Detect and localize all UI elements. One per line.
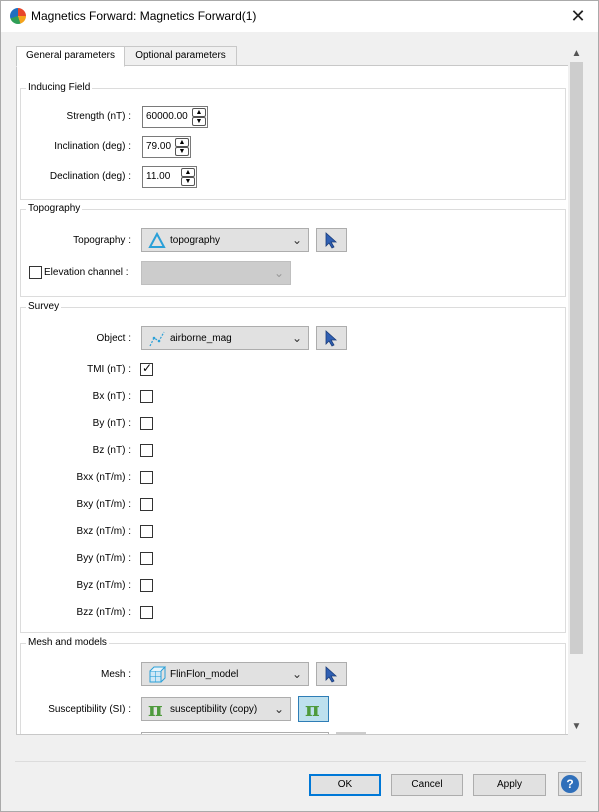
component-label-bxx: Bxx (nT/m) : bbox=[76, 472, 131, 483]
scroll-thumb[interactable] bbox=[570, 62, 583, 654]
scroll-up-icon[interactable]: ▲ bbox=[568, 46, 585, 62]
mesh-dropdown[interactable]: FlinFlon_model ⌄ bbox=[141, 662, 309, 686]
component-checkbox-bxz[interactable] bbox=[140, 525, 153, 538]
component-label-bz: Bz (nT) : bbox=[92, 445, 131, 456]
cancel-button[interactable]: Cancel bbox=[391, 774, 463, 796]
component-checkbox-byy[interactable] bbox=[140, 552, 153, 565]
scroll-down-icon[interactable]: ▼ bbox=[568, 719, 585, 735]
chevron-down-icon: ⌄ bbox=[291, 331, 302, 345]
strength-label: Strength (nT) : bbox=[66, 111, 131, 122]
help-icon: ? bbox=[561, 775, 579, 793]
topography-value: topography bbox=[170, 235, 221, 246]
cursor-arrow-icon bbox=[325, 330, 338, 347]
component-checkbox-bxy[interactable] bbox=[140, 498, 153, 511]
component-label-by: By (nT) : bbox=[92, 418, 131, 429]
mesh-title: Mesh and models bbox=[26, 637, 109, 648]
triangle-surface-icon bbox=[148, 232, 166, 248]
object-dropdown[interactable]: airborne_mag ⌄ bbox=[141, 326, 309, 350]
component-checkbox-by[interactable] bbox=[140, 417, 153, 430]
spin-down-icon[interactable]: ▼ bbox=[181, 177, 195, 186]
inclination-label: Inclination (deg) : bbox=[54, 141, 131, 152]
topography-select-button[interactable] bbox=[316, 228, 347, 252]
title-bar: Magnetics Forward: Magnetics Forward(1) … bbox=[1, 1, 598, 32]
block-model-icon bbox=[149, 666, 166, 683]
object-select-button[interactable] bbox=[316, 326, 347, 350]
elevation-channel-checkbox[interactable] bbox=[29, 266, 42, 279]
cursor-arrow-icon bbox=[325, 232, 338, 249]
susceptibility-value: susceptibility (copy) bbox=[170, 704, 258, 715]
susceptibility-constant-button[interactable]: π bbox=[298, 696, 329, 722]
component-checkbox-byz[interactable] bbox=[140, 579, 153, 592]
next-field-dropdown[interactable] bbox=[141, 732, 329, 734]
help-button[interactable]: ? bbox=[558, 772, 582, 796]
component-label-bxy: Bxy (nT/m) : bbox=[76, 499, 131, 510]
object-label: Object : bbox=[96, 333, 131, 344]
tab-general-parameters[interactable]: General parameters bbox=[16, 46, 125, 67]
inducing-field-title: Inducing Field bbox=[26, 82, 93, 93]
chevron-down-icon: ⌄ bbox=[273, 702, 284, 716]
inclination-spinbox[interactable]: 79.00 ▲ ▼ bbox=[142, 136, 191, 158]
spin-up-icon[interactable]: ▲ bbox=[181, 168, 195, 177]
mesh-select-button[interactable] bbox=[316, 662, 347, 686]
topography-dropdown[interactable]: topography ⌄ bbox=[141, 228, 309, 252]
declination-value: 11.00 bbox=[146, 171, 171, 182]
close-icon[interactable]: ✕ bbox=[568, 5, 588, 27]
declination-spinbox[interactable]: 11.00 ▲ ▼ bbox=[142, 166, 197, 188]
spin-down-icon[interactable]: ▼ bbox=[192, 117, 206, 126]
next-field-button[interactable] bbox=[336, 732, 366, 734]
vertical-scrollbar[interactable]: ▲ ▼ bbox=[568, 46, 585, 735]
susceptibility-label: Susceptibility (SI) : bbox=[48, 704, 131, 715]
tab-optional-parameters[interactable]: Optional parameters bbox=[124, 46, 237, 66]
spin-up-icon[interactable]: ▲ bbox=[192, 108, 206, 117]
object-value: airborne_mag bbox=[170, 333, 232, 344]
topography-group bbox=[20, 209, 566, 297]
component-label-bx: Bx (nT) : bbox=[92, 391, 131, 402]
topography-label: Topography : bbox=[73, 235, 131, 246]
component-label-bzz: Bzz (nT/m) : bbox=[76, 607, 131, 618]
mesh-group bbox=[20, 643, 566, 734]
chevron-down-icon: ⌄ bbox=[291, 233, 302, 247]
mesh-value: FlinFlon_model bbox=[170, 669, 239, 680]
chevron-down-icon: ⌄ bbox=[273, 266, 284, 280]
topography-title: Topography bbox=[26, 203, 83, 214]
component-checkbox-bz[interactable] bbox=[140, 444, 153, 457]
component-checkbox-bzz[interactable] bbox=[140, 606, 153, 619]
susceptibility-dropdown[interactable]: π susceptibility (copy) ⌄ bbox=[141, 697, 291, 721]
elevation-channel-dropdown[interactable]: ⌄ bbox=[141, 261, 291, 285]
apply-button[interactable]: Apply bbox=[473, 774, 546, 796]
pi-icon: π bbox=[305, 697, 320, 721]
ok-button[interactable]: OK bbox=[309, 774, 381, 796]
survey-title: Survey bbox=[26, 301, 62, 312]
window-title: Magnetics Forward: Magnetics Forward(1) bbox=[31, 9, 257, 23]
mesh-label: Mesh : bbox=[100, 669, 131, 680]
general-parameters-panel: Inducing Field Strength (nT) : 60000.00 … bbox=[16, 65, 569, 735]
strength-spinbox[interactable]: 60000.00 ▲ ▼ bbox=[142, 106, 208, 128]
declination-label: Declination (deg) : bbox=[49, 171, 131, 182]
component-label-byy: Byy (nT/m) : bbox=[76, 553, 131, 564]
component-label-bxz: Bxz (nT/m) : bbox=[76, 526, 131, 537]
strength-value: 60000.00 bbox=[146, 111, 188, 122]
footer-separator bbox=[15, 761, 586, 762]
cursor-arrow-icon bbox=[325, 666, 338, 683]
flight-line-icon bbox=[149, 331, 165, 347]
dialog-window: Magnetics Forward: Magnetics Forward(1) … bbox=[0, 0, 599, 812]
elevation-channel-label: Elevation channel : bbox=[44, 267, 129, 278]
component-label-byz: Byz (nT/m) : bbox=[76, 580, 131, 591]
inclination-value: 79.00 bbox=[146, 141, 172, 152]
check-icon: ✓ bbox=[142, 361, 153, 375]
chevron-down-icon: ⌄ bbox=[291, 667, 302, 681]
component-checkbox-tmi[interactable]: ✓ bbox=[140, 361, 153, 376]
app-logo-icon bbox=[10, 8, 26, 24]
spin-up-icon[interactable]: ▲ bbox=[175, 138, 189, 147]
spin-down-icon[interactable]: ▼ bbox=[175, 147, 189, 156]
component-label-tmi: TMI (nT) : bbox=[87, 364, 131, 375]
component-checkbox-bxx[interactable] bbox=[140, 471, 153, 484]
component-checkbox-bx[interactable] bbox=[140, 390, 153, 403]
pi-icon: π bbox=[148, 697, 163, 721]
